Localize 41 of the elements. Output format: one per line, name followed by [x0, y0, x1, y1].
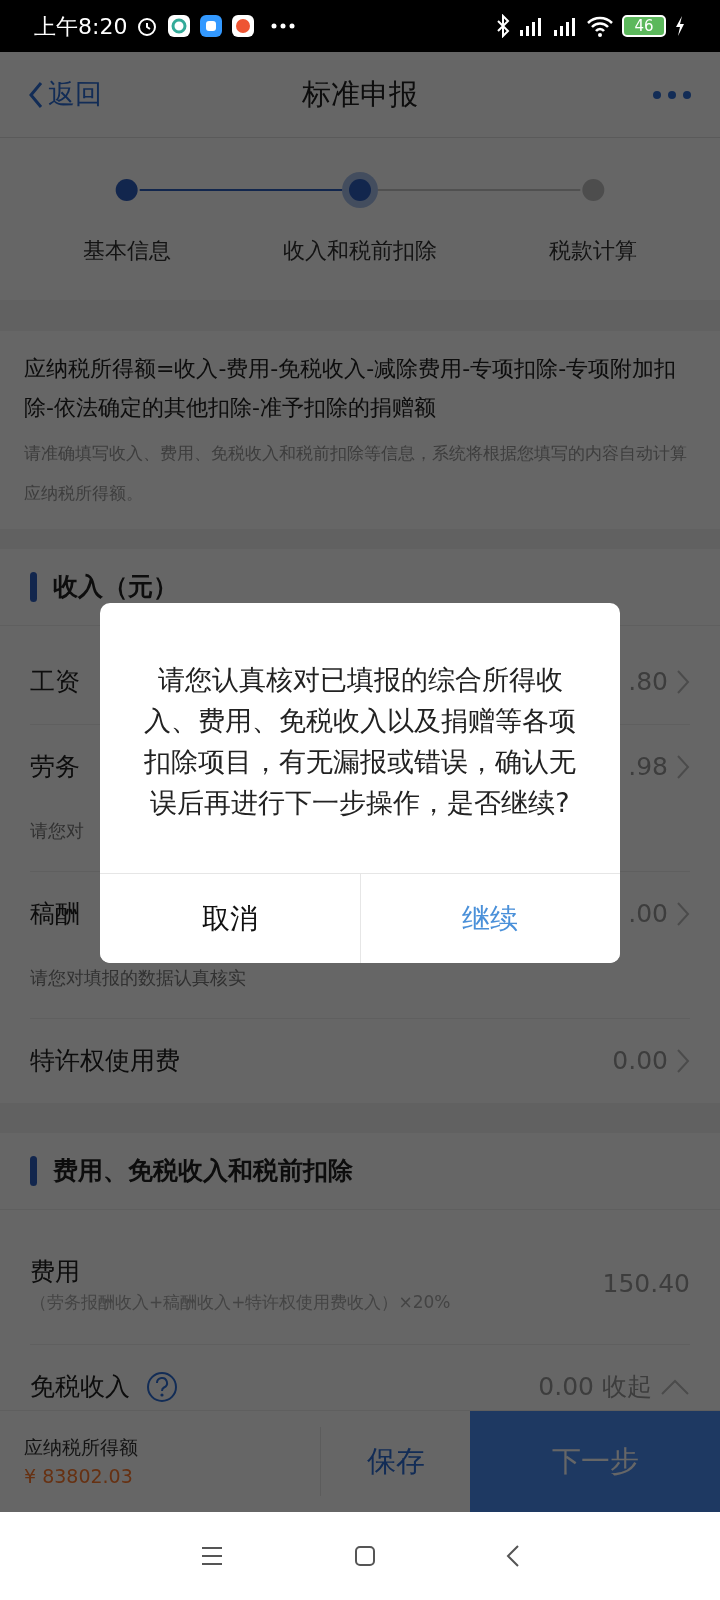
home-icon[interactable] — [354, 1545, 376, 1567]
continue-button[interactable]: 继续 — [360, 873, 620, 963]
section-title: 费用、免税收入和税前扣除 — [53, 1155, 353, 1188]
row-label: 工资 — [30, 666, 80, 699]
row-label: 特许权使用费 — [30, 1045, 180, 1078]
help-icon[interactable] — [146, 1371, 178, 1403]
app-icon — [231, 14, 256, 38]
status-time: 上午8:20 — [34, 12, 128, 41]
cancel-button[interactable]: 取消 — [100, 873, 361, 963]
chevron-right-icon[interactable] — [676, 901, 690, 927]
more-icon — [271, 23, 296, 29]
next-step-button[interactable]: 下一步 — [470, 1411, 720, 1512]
row-label: 劳务 — [30, 751, 80, 784]
battery-level: 46 — [622, 15, 666, 37]
more-icon[interactable] — [652, 88, 692, 101]
wifi-icon — [586, 14, 614, 38]
chevron-right-icon[interactable] — [676, 669, 690, 695]
section-title: 收入（元） — [53, 571, 178, 604]
total-label: 应纳税所得额 — [24, 1435, 139, 1460]
total-amount: ¥ 83802.03 — [24, 1463, 134, 1489]
formula-text: 应纳税所得额=收入-费用-免税收入-减除费用-专项扣除-专项附加扣除-依法确定的其他扣除-准予扣除的捐赠额 — [24, 355, 678, 422]
back-button[interactable]: 返回 — [28, 74, 102, 115]
row-label: 稿酬 — [30, 898, 80, 931]
dialog-message: 请您认真核对已填报的综合所得收入、费用、免税收入以及捐赠等各项扣除项目，有无漏报或错误，确认无误后再进行下一步操作，是否继续? — [143, 663, 577, 820]
back-chevron-icon — [28, 80, 44, 109]
menu-icon[interactable] — [200, 1545, 224, 1567]
chevron-right-icon[interactable] — [676, 1048, 690, 1074]
chevron-right-icon[interactable] — [676, 754, 690, 780]
step-label: 收入和税前扣除 — [282, 237, 438, 265]
back-icon[interactable] — [506, 1544, 520, 1568]
charging-icon — [674, 15, 686, 37]
page-title: 标准申报 — [302, 75, 418, 113]
row-label: 费用 — [30, 1255, 80, 1288]
row-label: 免税收入 — [30, 1371, 130, 1404]
app-icon — [167, 14, 192, 38]
section-marker — [30, 572, 37, 602]
step-label: 基本信息 — [81, 237, 172, 265]
step-label: 税款计算 — [548, 237, 639, 265]
section-marker — [30, 1156, 37, 1186]
app-icon — [199, 14, 224, 38]
bluetooth-icon — [496, 14, 510, 38]
